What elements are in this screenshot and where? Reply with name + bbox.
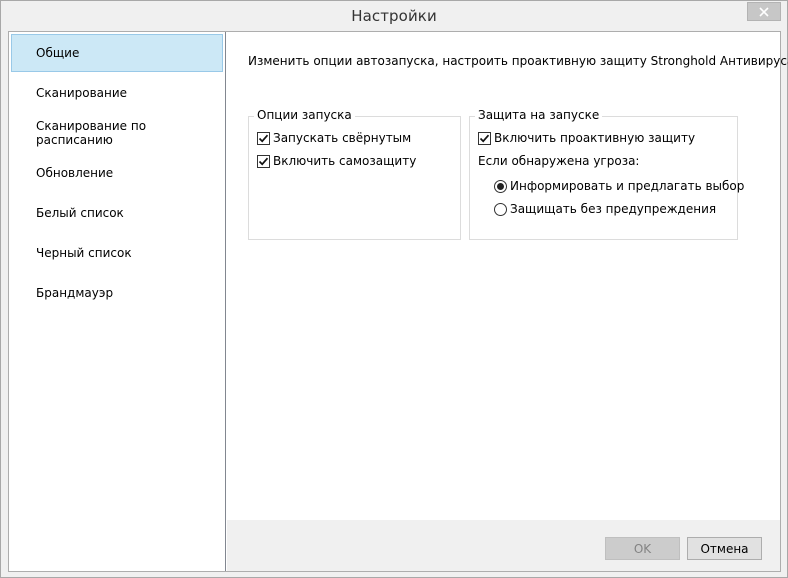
- radio-circle[interactable]: [494, 202, 507, 216]
- radio-inform-and-offer[interactable]: Информировать и предлагать выбор: [494, 179, 744, 193]
- sidebar-item-firewall[interactable]: Брандмауэр: [11, 274, 223, 312]
- startup-protection-group: Защита на запуске Включить проактивную з…: [469, 108, 744, 240]
- checkbox-label: Запускать свёрнутым: [273, 131, 412, 145]
- ok-button[interactable]: OK: [605, 537, 680, 560]
- window-title: Настройки: [351, 7, 437, 25]
- checkbox-box[interactable]: [257, 154, 270, 168]
- radio-label: Защищать без предупреждения: [510, 202, 717, 216]
- sidebar-item-label: Общие: [36, 46, 80, 60]
- dialog-client-area: Общие Сканирование Сканирование по распи…: [8, 31, 788, 572]
- sidebar-item-whitelist[interactable]: Белый список: [11, 194, 223, 232]
- threat-detected-label: Если обнаружена угроза:: [478, 154, 640, 168]
- close-icon: [759, 6, 769, 17]
- proactive-protection-checkbox[interactable]: Включить проактивную защиту: [478, 131, 695, 145]
- sidebar-item-label: Сканирование по расписанию: [36, 119, 147, 147]
- page-description: Изменить опции автозапуска, настроить пр…: [248, 54, 788, 68]
- radio-circle[interactable]: [494, 179, 507, 193]
- radio-label: Информировать и предлагать выбор: [510, 179, 745, 193]
- checkbox-box[interactable]: [257, 131, 270, 145]
- sidebar-item-label: Сканирование: [36, 86, 128, 100]
- close-button[interactable]: [747, 2, 781, 21]
- startup-options-group: Опции запуска Запускать свёрнутым Включи…: [248, 108, 461, 240]
- cancel-button[interactable]: Отмена: [687, 537, 762, 560]
- sidebar-item-scanning[interactable]: Сканирование: [11, 74, 223, 112]
- group-title: Опции запуска: [254, 108, 355, 122]
- sidebar-item-scheduled-scanning[interactable]: Сканирование по расписанию: [11, 114, 223, 152]
- sidebar-item-general[interactable]: Общие: [11, 34, 223, 72]
- title-bar[interactable]: Настройки: [1, 1, 787, 31]
- radio-protect-silently[interactable]: Защищать без предупреждения: [494, 202, 716, 216]
- sidebar-item-update[interactable]: Обновление: [11, 154, 223, 192]
- checkbox-label: Включить проактивную защиту: [494, 131, 696, 145]
- sidebar-item-label: Белый список: [36, 206, 124, 220]
- settings-sidebar: Общие Сканирование Сканирование по распи…: [9, 32, 226, 571]
- sidebar-item-label: Обновление: [36, 166, 114, 180]
- checkmark-icon: [258, 134, 269, 142]
- group-title: Защита на запуске: [475, 108, 603, 122]
- settings-content: Изменить опции автозапуска, настроить пр…: [227, 32, 788, 520]
- settings-window: Настройки Общие Сканирование Сканировани…: [0, 0, 788, 578]
- sidebar-item-label: Брандмауэр: [36, 286, 114, 300]
- checkmark-icon: [479, 134, 490, 142]
- sidebar-item-blacklist[interactable]: Черный список: [11, 234, 223, 272]
- start-minimized-checkbox[interactable]: Запускать свёрнутым: [257, 131, 411, 145]
- checkmark-icon: [258, 157, 269, 165]
- radio-selected-dot: [497, 182, 504, 190]
- sidebar-item-label: Черный список: [36, 246, 132, 260]
- checkbox-label: Включить самозащиту: [273, 154, 417, 168]
- self-protection-checkbox[interactable]: Включить самозащиту: [257, 154, 416, 168]
- checkbox-box[interactable]: [478, 131, 491, 145]
- dialog-footer: OK Отмена: [227, 520, 780, 571]
